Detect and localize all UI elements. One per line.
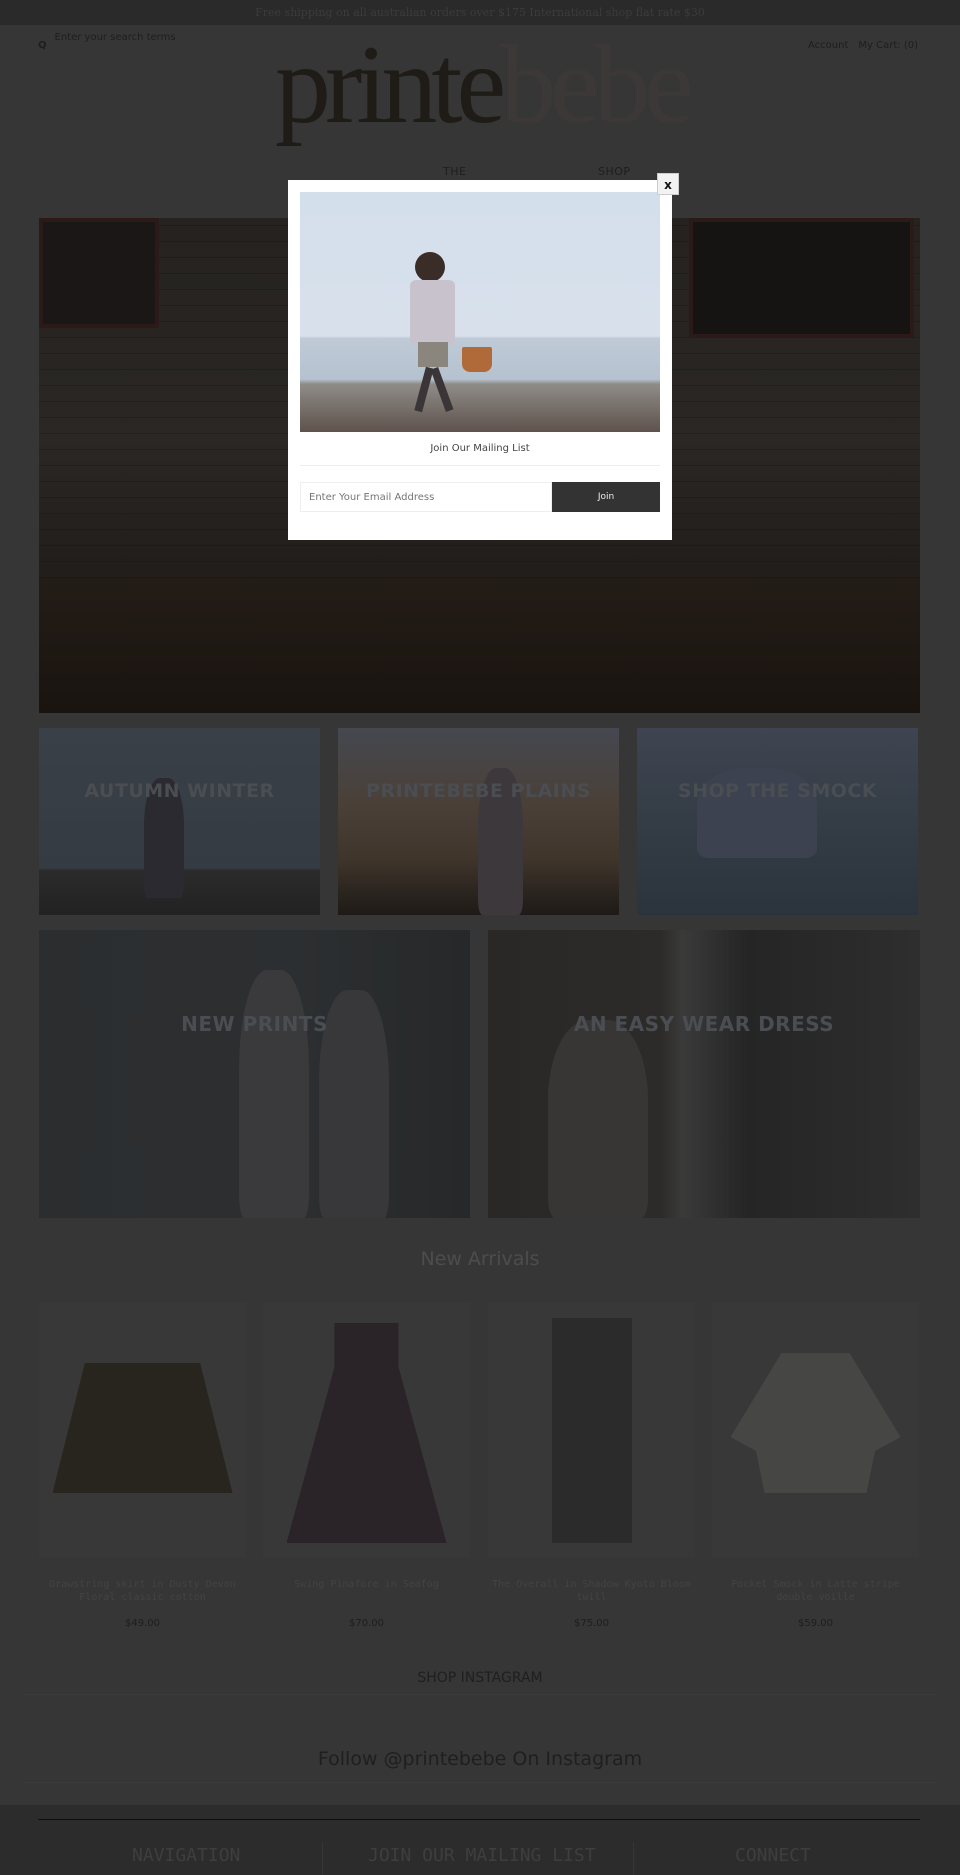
tile-label: SHOP THE SMOCK [677, 780, 878, 802]
shop-instagram-heading: SHOP INSTAGRAM [417, 1670, 543, 1686]
footer: NAVIGATION JOIN OUR MAILING LIST CONNECT [0, 1805, 960, 1875]
tile-label: AN EASY WEAR DRESS [573, 1012, 835, 1036]
product-price: $59.00 [798, 1618, 833, 1629]
product-image[interactable] [488, 1303, 695, 1557]
tile-label: PRINTEBEBE PLAINS [366, 780, 591, 802]
logo[interactable]: printebebe [275, 29, 694, 141]
window [39, 218, 159, 328]
account-link[interactable]: Account [808, 40, 848, 51]
product-image[interactable] [39, 1303, 246, 1557]
tile-an-easy-wear-dress[interactable]: AN EASY WEAR DRESS [488, 930, 920, 1218]
search-input[interactable]: Enter your search terms [55, 32, 176, 51]
new-arrivals-heading: New Arrivals [420, 1248, 540, 1270]
account-links: Account My Cart: (0) [808, 40, 918, 51]
product-image[interactable] [712, 1303, 919, 1557]
search[interactable]: Q Enter your search terms [38, 32, 176, 51]
logo-part-1: printe [275, 23, 506, 147]
cart-link[interactable]: My Cart: (0) [858, 40, 918, 51]
tile-shop-the-smock[interactable]: SHOP THE SMOCK [637, 728, 918, 915]
modal-title: Join Our Mailing List [430, 443, 530, 454]
product-image[interactable] [263, 1303, 470, 1557]
email-input[interactable] [300, 482, 552, 512]
product-title[interactable]: Swing Pinafore in Seafog [263, 1578, 470, 1591]
footer-heading-connect: CONNECT [735, 1845, 811, 1866]
follow-instagram-link[interactable]: Follow @printebebe On Instagram [0, 1748, 960, 1770]
nav-item-shop[interactable]: SHOP [598, 165, 631, 178]
product-price: $49.00 [125, 1618, 160, 1629]
product-title[interactable]: The Overall in Shadow Kyoto Bloom twill [488, 1578, 695, 1604]
search-icon[interactable]: Q [38, 40, 47, 51]
tile-label: AUTUMN WINTER [84, 780, 275, 802]
divider [633, 1842, 634, 1875]
mailing-list-modal: Join Our Mailing List Join [288, 180, 672, 540]
divider [322, 1842, 323, 1875]
divider [22, 1782, 938, 1783]
footer-heading-navigation: NAVIGATION [132, 1845, 241, 1866]
footer-heading-mailing-list: JOIN OUR MAILING LIST [368, 1845, 596, 1866]
divider [22, 1694, 938, 1695]
product-price: $70.00 [349, 1618, 384, 1629]
product-title[interactable]: Pocket Smock in Latte stripe double voil… [712, 1578, 919, 1604]
window [689, 218, 914, 338]
join-button[interactable]: Join [552, 482, 660, 512]
product-price: $75.00 [574, 1618, 609, 1629]
leaves-ground [39, 578, 920, 713]
product-title[interactable]: Drawstring skirt in Dusty Devon Floral c… [39, 1578, 246, 1604]
close-icon[interactable]: x [657, 173, 679, 195]
nav-item-the[interactable]: THE [443, 165, 466, 178]
tile-printebebe-plains[interactable]: PRINTEBEBE PLAINS [338, 728, 619, 915]
modal-image [300, 192, 660, 432]
footer-divider [38, 1819, 920, 1820]
divider [300, 465, 660, 466]
tile-label: NEW PRINTS [181, 1012, 328, 1036]
logo-part-2: bebe [500, 23, 693, 147]
tile-autumn-winter[interactable]: AUTUMN WINTER [39, 728, 320, 915]
tile-new-prints[interactable]: NEW PRINTS [39, 930, 470, 1218]
announcement-bar: Free shipping on all australian orders o… [0, 0, 960, 25]
